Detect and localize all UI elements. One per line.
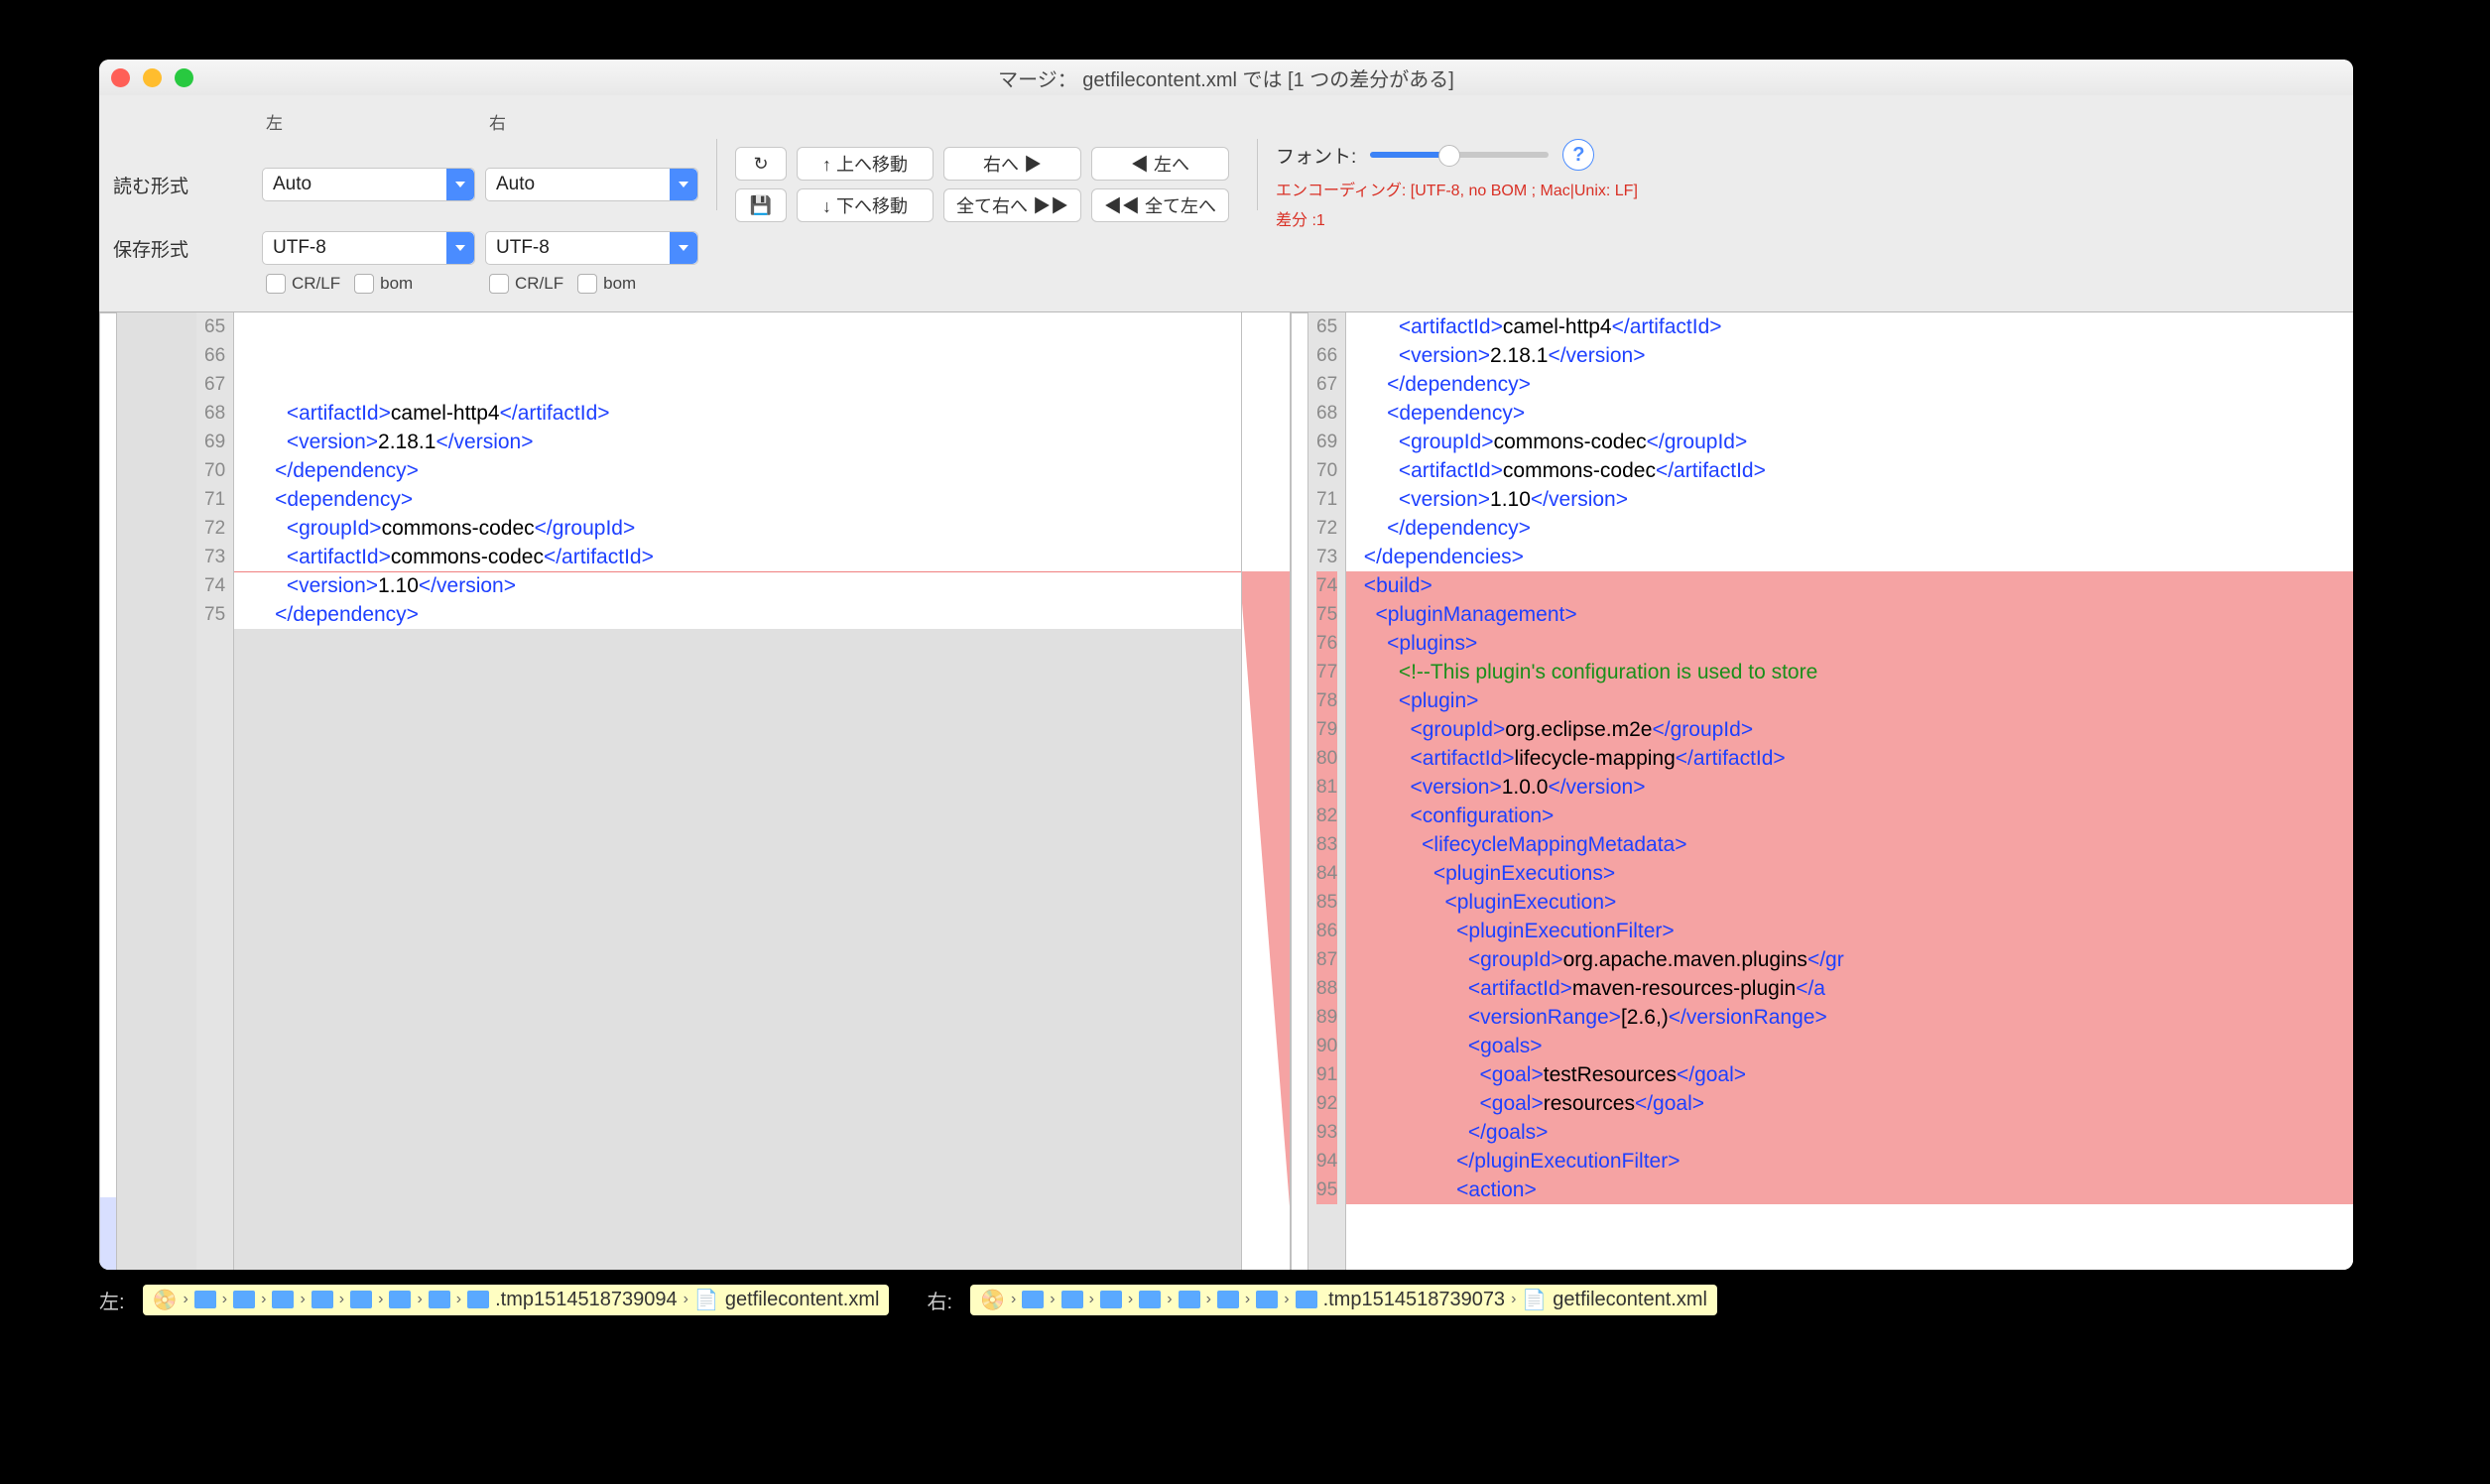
left-save-select[interactable]: UTF-8: [262, 231, 475, 265]
col-left-label: 左: [262, 109, 475, 134]
left-gutter: 6566676869707172737475: [196, 312, 234, 1270]
encoding-info: エンコーディング: [UTF-8, no BOM ; Mac|Unix: LF]: [1276, 177, 1638, 200]
right-code[interactable]: <artifactId>camel-http4</artifactId> <ve…: [1346, 312, 2353, 1270]
save-button[interactable]: 💾: [735, 188, 787, 222]
diff-gap: [1241, 312, 1291, 1270]
right-read-select[interactable]: Auto: [485, 168, 698, 201]
font-slider[interactable]: [1370, 152, 1549, 158]
window-title: マージ： getfilecontent.xml では [1 つの差分がある]: [99, 63, 2353, 92]
titlebar: マージ： getfilecontent.xml では [1 つの差分がある]: [99, 60, 2353, 95]
path-right-label: 右:: [927, 1286, 952, 1314]
save-format-label: 保存形式: [113, 235, 252, 262]
right-gutter: 6566676869707172737475767778798081828384…: [1308, 312, 1346, 1270]
diff-count: 差分 :1: [1276, 206, 1638, 230]
diff-content: 6566676869707172737475 <artifactId>camel…: [99, 312, 2353, 1270]
right-crlf-check[interactable]: CR/LF: [489, 274, 563, 294]
move-down-button[interactable]: ↓ 下へ移動: [797, 188, 934, 222]
copy-left-button[interactable]: ◀ 左へ: [1091, 147, 1229, 181]
close-icon[interactable]: [111, 68, 130, 87]
copy-all-left-button[interactable]: ◀◀ 全て左へ: [1091, 188, 1229, 222]
left-read-select[interactable]: Auto: [262, 168, 475, 201]
zoom-icon[interactable]: [175, 68, 193, 87]
refresh-button[interactable]: ↻: [735, 147, 787, 181]
merge-window: マージ： getfilecontent.xml では [1 つの差分がある] 左…: [99, 60, 2353, 1270]
col-right-label: 右: [485, 109, 698, 134]
font-label: フォント:: [1276, 142, 1356, 169]
right-overview[interactable]: [1291, 312, 1308, 1270]
read-format-label: 読む形式: [113, 172, 252, 198]
pathbar: 左: 📀› ›› ›› ›› › .tmp1514518739094› 📄get…: [99, 1280, 2353, 1319]
left-code[interactable]: <artifactId>camel-http4</artifactId> <ve…: [234, 312, 1241, 1270]
left-bom-check[interactable]: bom: [354, 274, 413, 294]
right-save-select[interactable]: UTF-8: [485, 231, 698, 265]
right-breadcrumb[interactable]: 📀› ›› ›› ›› › .tmp1514518739073› 📄getfil…: [970, 1285, 1717, 1315]
help-button[interactable]: ?: [1562, 139, 1594, 171]
left-overview[interactable]: [99, 312, 117, 1270]
left-breadcrumb[interactable]: 📀› ›› ›› ›› › .tmp1514518739094› 📄getfil…: [143, 1285, 890, 1315]
toolbar: 左 右 読む形式 Auto Auto ↻ 💾 ↑ 上へ移動 ↓ 下へ移動 右へ …: [99, 95, 2353, 312]
copy-all-right-button[interactable]: 全て右へ ▶▶: [943, 188, 1081, 222]
traffic-lights: [111, 68, 193, 87]
right-bom-check[interactable]: bom: [577, 274, 636, 294]
move-up-button[interactable]: ↑ 上へ移動: [797, 147, 934, 181]
separator: [1257, 139, 1258, 210]
path-left-label: 左:: [99, 1286, 125, 1314]
left-crlf-check[interactable]: CR/LF: [266, 274, 340, 294]
minimize-icon[interactable]: [143, 68, 162, 87]
copy-right-button[interactable]: 右へ ▶: [943, 147, 1081, 181]
separator: [716, 139, 717, 210]
